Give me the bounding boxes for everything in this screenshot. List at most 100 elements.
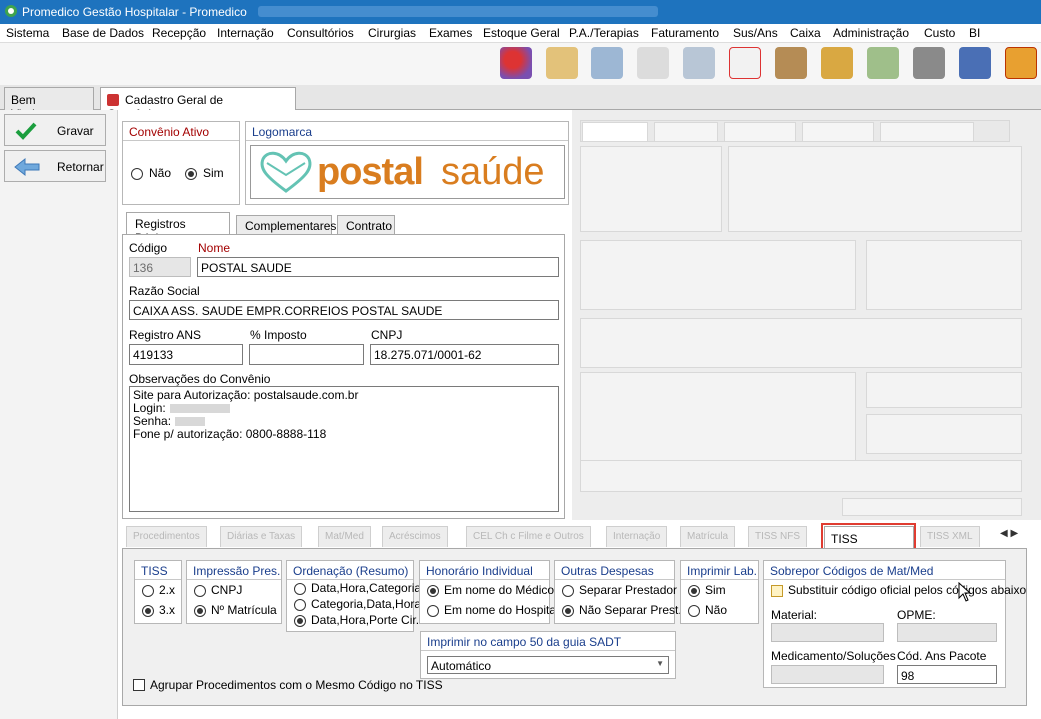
convenio-ativo-group: Convênio Ativo Não Sim [122, 121, 240, 205]
menu-exames[interactable]: Exames [429, 26, 472, 40]
tab-faded[interactable]: Diárias e Taxas [220, 526, 303, 547]
radio-nao-separar[interactable] [562, 605, 574, 617]
razao-social-field[interactable]: CAIXA ASS. SAUDE EMPR.CORREIOS POSTAL SA… [129, 300, 559, 320]
tab-faded[interactable]: Internação [606, 526, 668, 547]
menu-estoque-geral[interactable]: Estoque Geral [483, 26, 560, 40]
radio-nao[interactable] [131, 168, 143, 180]
radio-lab-sim[interactable] [688, 585, 700, 597]
radio-ordenacao-2[interactable] [294, 599, 306, 611]
save-button[interactable]: Gravar [4, 114, 106, 146]
scroll-tabs-arrows[interactable]: ◀ ▶ [1000, 528, 1018, 539]
radio-ordenacao-3[interactable] [294, 615, 306, 627]
ordenacao-caption: Ordenação (Resumo) [293, 564, 409, 578]
sadt-group: Imprimir no campo 50 da guia SADT Automá… [420, 631, 676, 679]
observacoes-textarea[interactable]: Site para Autorização: postalsaude.com.b… [129, 386, 559, 512]
faded-settings-panel [572, 110, 1041, 520]
tab-cadastro-convenios[interactable]: Cadastro Geral de Convênios✖ [100, 87, 296, 121]
tab-registros-basicos[interactable]: Registros Básicos [126, 212, 230, 245]
sadt-select[interactable]: Automático ▼ [427, 656, 669, 674]
arrow-left-icon [14, 157, 40, 177]
tab-faded[interactable]: TISS XML [920, 526, 980, 547]
chevron-down-icon[interactable]: ▼ [656, 659, 664, 668]
menu-recepcao[interactable]: Recepção [152, 26, 206, 40]
toolbar [0, 43, 1041, 85]
check-icon [15, 122, 37, 140]
radio-nome-hospital[interactable] [427, 605, 439, 617]
label-nome-hospital: Em nome do Hospital [444, 603, 559, 617]
reception-icon[interactable] [546, 47, 578, 79]
tab-faded[interactable]: CEL Ch c Filme e Outros [466, 526, 591, 547]
label-cnpj: CNPJ [371, 328, 403, 342]
outras-despesas-group: Outras Despesas Separar Prestador Não Se… [554, 560, 682, 624]
nome-field[interactable]: POSTAL SAUDE [197, 257, 559, 277]
radio-sim[interactable] [185, 168, 197, 180]
tab-contrato[interactable]: Contrato [337, 215, 395, 234]
menu-pa-terapias[interactable]: P.A./Terapias [569, 26, 639, 40]
menu-faturamento[interactable]: Faturamento [651, 26, 719, 40]
tab-bem-vindo[interactable]: Bem Vindo✖ [4, 87, 94, 121]
phone-icon[interactable] [1005, 47, 1037, 79]
menu-sus-ans[interactable]: Sus/Ans [733, 26, 778, 40]
logo-text-saude: saúde [441, 151, 545, 193]
radio-matricula[interactable] [194, 605, 206, 617]
obs-line: Login: [133, 402, 555, 415]
billing-icon[interactable] [821, 47, 853, 79]
ordenacao-group: Ordenação (Resumo) Data,Hora,Categoria C… [286, 560, 421, 632]
safe-icon[interactable] [913, 47, 945, 79]
tab-faded[interactable]: Procedimentos [126, 526, 207, 547]
registro-ans-field[interactable]: 419133 [129, 344, 243, 365]
document-tabs: Bem Vindo✖ Cadastro Geral de Convênios✖ [0, 85, 1041, 121]
label-substituir: Substituir código oficial pelos códigos … [788, 583, 1027, 597]
menu-consultorios[interactable]: Consultórios [287, 26, 354, 40]
substituir-checkbox[interactable] [771, 585, 783, 597]
label-lab-sim: Sim [705, 583, 726, 597]
label-observacoes: Observações do Convênio [129, 372, 271, 386]
honorario-group: Honorário Individual Em nome do Médico E… [419, 560, 559, 624]
stock-icon[interactable] [775, 47, 807, 79]
tab-faded[interactable]: TISS NFS [748, 526, 808, 547]
menu-base-de-dados[interactable]: Base de Dados [62, 26, 144, 40]
menu-cirurgias[interactable]: Cirurgias [368, 26, 416, 40]
menu-administracao[interactable]: Administração [833, 26, 909, 40]
bed-icon[interactable] [683, 47, 715, 79]
money-icon[interactable] [867, 47, 899, 79]
tab-faded[interactable]: Matrícula [680, 526, 736, 547]
agrupar-checkbox[interactable] [133, 679, 145, 691]
menu-custo[interactable]: Custo [924, 26, 955, 40]
imposto-field[interactable] [249, 344, 364, 365]
codigo-field: 136 [129, 257, 191, 277]
label-agrupar: Agrupar Procedimentos com o Mesmo Código… [150, 678, 443, 692]
menu-bi[interactable]: BI [969, 26, 980, 40]
menu-sistema[interactable]: Sistema [6, 26, 49, 40]
chart-money-icon[interactable] [959, 47, 991, 79]
sobrepor-codigos-group: Sobrepor Códigos de Mat/Med Substituir c… [763, 560, 1026, 688]
radio-tiss-2x[interactable] [142, 585, 154, 597]
menu-internacao[interactable]: Internação [217, 26, 274, 40]
label-nome-medico: Em nome do Médico [444, 583, 555, 597]
tab-faded[interactable]: Mat/Med [318, 526, 371, 547]
ambulance-icon[interactable] [729, 47, 761, 79]
radio-lab-nao[interactable] [688, 605, 700, 617]
tab-faded[interactable]: Acréscimos [382, 526, 448, 547]
radio-separar-prestador[interactable] [562, 585, 574, 597]
cod-ans-field[interactable]: 98 [897, 665, 997, 684]
menu-caixa[interactable]: Caixa [790, 26, 821, 40]
doctor-icon[interactable] [591, 47, 623, 79]
radio-ordenacao-1[interactable] [294, 583, 306, 595]
form-icon [107, 94, 119, 106]
obs-line: Site para Autorização: postalsaude.com.b… [133, 388, 359, 402]
label-ordenacao-3: Data,Hora,Porte Cir. [311, 613, 420, 627]
refresh-users-icon[interactable] [500, 47, 532, 79]
imprimir-lab-caption: Imprimir Lab. [687, 564, 758, 578]
document-icon[interactable] [637, 47, 669, 79]
radio-tiss-3x[interactable] [142, 605, 154, 617]
logo-image[interactable]: postal saúde [250, 145, 565, 199]
tab-complementares[interactable]: Complementares [236, 215, 336, 234]
radio-nome-medico[interactable] [427, 585, 439, 597]
mouse-cursor-icon [958, 582, 972, 602]
radio-cnpj[interactable] [194, 585, 206, 597]
label-nome: Nome [198, 241, 231, 255]
back-button[interactable]: Retornar [4, 150, 106, 182]
sobrepor-caption: Sobrepor Códigos de Mat/Med [770, 564, 934, 578]
cnpj-field[interactable]: 18.275.071/0001-62 [370, 344, 559, 365]
